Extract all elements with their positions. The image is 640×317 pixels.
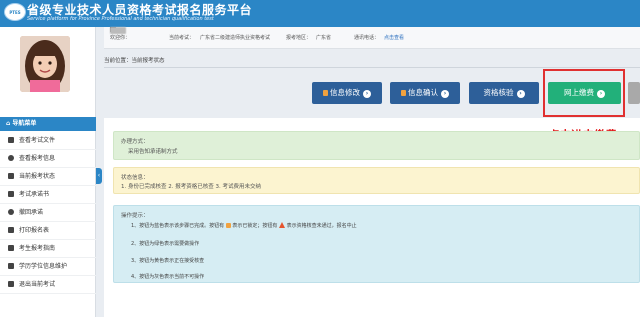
tip-1-part-a: 1、按钮为蓝色表示该步骤已完成。按钮有: [131, 223, 225, 229]
platform-logo: PTES: [4, 3, 26, 21]
guide-icon: [8, 245, 14, 251]
logo-text: PTES: [9, 10, 21, 15]
status-box: 状态信息： 1. 身份已完成核查 2. 报考资格已核查 3. 考试费用未交纳: [113, 167, 640, 194]
exit-icon: [8, 281, 14, 287]
status-title: 状态信息：: [121, 175, 149, 181]
sidebar: ⌂ 导航菜单 查看考试文件 查看报考信息 当前报考状态 考试承诺书 撤回承诺 打…: [0, 27, 96, 317]
info-modify-button[interactable]: 信息修改 ›: [312, 82, 382, 104]
current-exam-value: 广东省二级建造师执业资格考试: [200, 35, 271, 41]
sidebar-collapse-toggle[interactable]: ‹: [96, 168, 102, 184]
tip-1: 1、按钮为蓝色表示该步骤已完成。按钮有 表示已锁定；按钮有 表示资格核查未通过，…: [131, 222, 357, 229]
breadcrumb: 当前位置：当前报考状态: [104, 58, 165, 64]
sidebar-item-label: 学历学位信息维护: [19, 263, 68, 270]
notice-label: 通讯电话：: [354, 35, 380, 41]
tips-title: 操作提示：: [121, 213, 149, 219]
print-icon: [8, 227, 14, 233]
current-exam-label: 当前考试：: [169, 35, 195, 41]
user-info-bar: 欢迎你： 当前考试： 广东省二级建造师执业资格考试 报考地区： 广东省 通讯电话…: [104, 27, 640, 49]
document-icon: [8, 137, 14, 143]
tip-1-part-c: 表示资格核查未通过，报名中止: [286, 223, 357, 229]
sidebar-item-current-status[interactable]: 当前报考状态: [0, 168, 96, 186]
sidebar-item-exit-exam[interactable]: 退出当前考试: [0, 276, 96, 294]
notice-link[interactable]: 点击查看: [384, 27, 404, 49]
next-step-button: [628, 82, 640, 104]
book-icon: [8, 191, 14, 197]
info-confirm-button[interactable]: 信息确认 ›: [390, 82, 460, 104]
avatar: [20, 36, 70, 92]
top-header: PTES 省级专业技术人员资格考试报名服务平台 Service platform…: [0, 0, 640, 27]
sidebar-item-label: 当前报考状态: [19, 173, 56, 180]
lock-icon: [401, 90, 406, 96]
sidebar-item-label: 考试承诺书: [19, 191, 50, 198]
qualification-verify-button[interactable]: 资格核验 ›: [469, 82, 539, 104]
avatar-photo: [20, 36, 70, 92]
chevron-right-icon: ›: [441, 90, 449, 98]
nav-menu-title: 导航菜单: [12, 120, 37, 127]
sidebar-item-commitment[interactable]: 考试承诺书: [0, 186, 96, 204]
method-box: 办理方式： 采用告知承诺制方式: [113, 131, 640, 160]
sidebar-item-label: 考生报考指南: [19, 245, 56, 252]
tips-box: 操作提示： 1、按钮为蓝色表示该步骤已完成。按钮有 表示已锁定；按钮有 表示资格…: [113, 205, 640, 283]
lock-icon: [323, 90, 328, 96]
undo-icon: [8, 209, 14, 215]
lock-icon: [225, 223, 231, 228]
sidebar-item-label: 查看报考信息: [19, 155, 56, 162]
chevron-right-icon: ›: [363, 90, 371, 98]
sidebar-item-education-info[interactable]: 学历学位信息维护: [0, 258, 96, 276]
status-content: 1. 身份已完成核查 2. 报考资格已核查 3. 考试费用未交纳: [121, 184, 261, 190]
sidebar-item-label: 查看考试文件: [19, 137, 56, 144]
sidebar-item-withdraw-commitment[interactable]: 撤回承诺: [0, 204, 96, 222]
sidebar-item-label: 退出当前考试: [19, 281, 56, 288]
region-value: 广东省: [316, 35, 332, 41]
sidebar-item-label: 撤回承诺: [19, 209, 44, 216]
tip-4: 4、按钮为灰色表示当前不可操作: [131, 274, 205, 280]
sidebar-item-guide[interactable]: 考生报考指南: [0, 240, 96, 258]
sidebar-item-registration-info[interactable]: 查看报考信息: [0, 150, 96, 168]
chevron-left-icon: ‹: [97, 172, 101, 179]
payment-highlight-box: [543, 69, 625, 117]
sidebar-item-label: 打印报名表: [19, 227, 50, 234]
monitor-icon: [8, 173, 14, 179]
qualification-verify-label: 资格核验: [483, 88, 514, 97]
info-confirm-label: 信息确认: [408, 88, 438, 97]
tip-1-part-b: 表示已锁定；按钮有: [232, 223, 278, 229]
tip-2: 2、按钮为绿色表示需要做操作: [131, 241, 200, 247]
breadcrumb-divider: [104, 67, 640, 68]
chevron-right-icon: ›: [516, 90, 525, 98]
method-title: 办理方式：: [121, 139, 149, 145]
tip-3: 3、按钮为黄色表示正在接受核查: [131, 258, 205, 264]
sidebar-item-exam-files[interactable]: 查看考试文件: [0, 132, 96, 150]
graduation-cap-icon: [8, 263, 14, 269]
search-icon: [8, 155, 14, 161]
method-content: 采用告知承诺制方式: [128, 149, 178, 155]
sidebar-item-print-form[interactable]: 打印报名表: [0, 222, 96, 240]
platform-subtitle: Service platform for Province Profession…: [27, 16, 214, 22]
user-name-redacted: [110, 27, 126, 34]
nav-menu-header: ⌂ 导航菜单: [0, 117, 96, 131]
region-label: 报考地区：: [286, 35, 312, 41]
info-modify-label: 信息修改: [330, 88, 360, 97]
warning-icon: [278, 222, 285, 228]
